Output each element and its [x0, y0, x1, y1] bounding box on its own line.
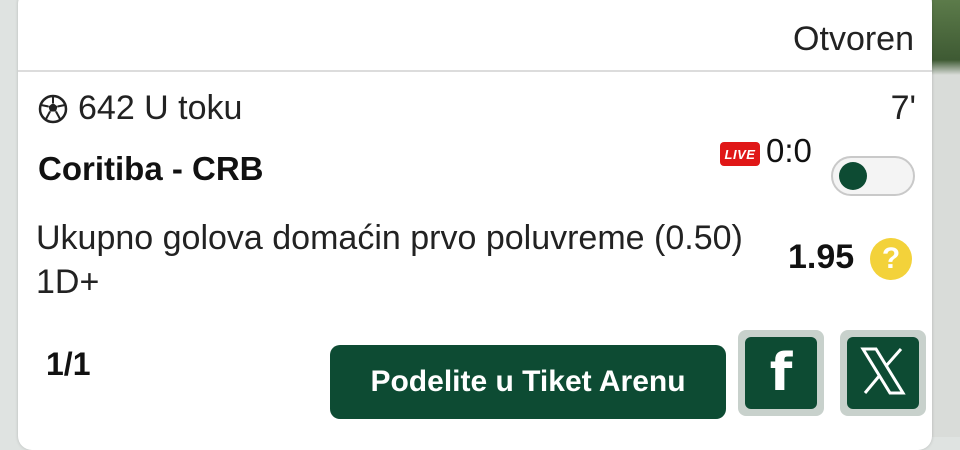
live-icon: LIVE [720, 142, 760, 166]
facebook-share-button[interactable]: f [738, 330, 824, 416]
divider [18, 70, 932, 72]
background-edge [932, 0, 960, 437]
bet-market: Ukupno golova domaćin prvo poluvreme (0.… [36, 219, 743, 301]
bet-odds: 1.95 [788, 238, 855, 276]
match-minute: 7' [890, 89, 916, 127]
x-icon [855, 343, 911, 404]
ticket-status: Otvoren [793, 20, 914, 58]
facebook-icon: f [769, 343, 793, 403]
match-teams: Coritiba - CRB [38, 150, 264, 187]
event-row: 642 U toku [38, 89, 242, 128]
notification-toggle[interactable] [831, 156, 915, 196]
match-score: 0:0 [766, 132, 812, 169]
share-tiket-arena-button[interactable]: Podelite u Tiket Arenu [330, 345, 726, 419]
toggle-knob [839, 162, 867, 190]
x-share-button[interactable] [840, 330, 926, 416]
help-icon[interactable]: ? [870, 238, 912, 280]
soccer-ball-icon [38, 94, 68, 124]
ticket-pager: 1/1 [46, 346, 91, 382]
bet-ticket-card: Otvoren 642 U toku 7' Coritiba - CRB LIV… [18, 0, 932, 450]
event-info: 642 U toku [78, 89, 243, 127]
